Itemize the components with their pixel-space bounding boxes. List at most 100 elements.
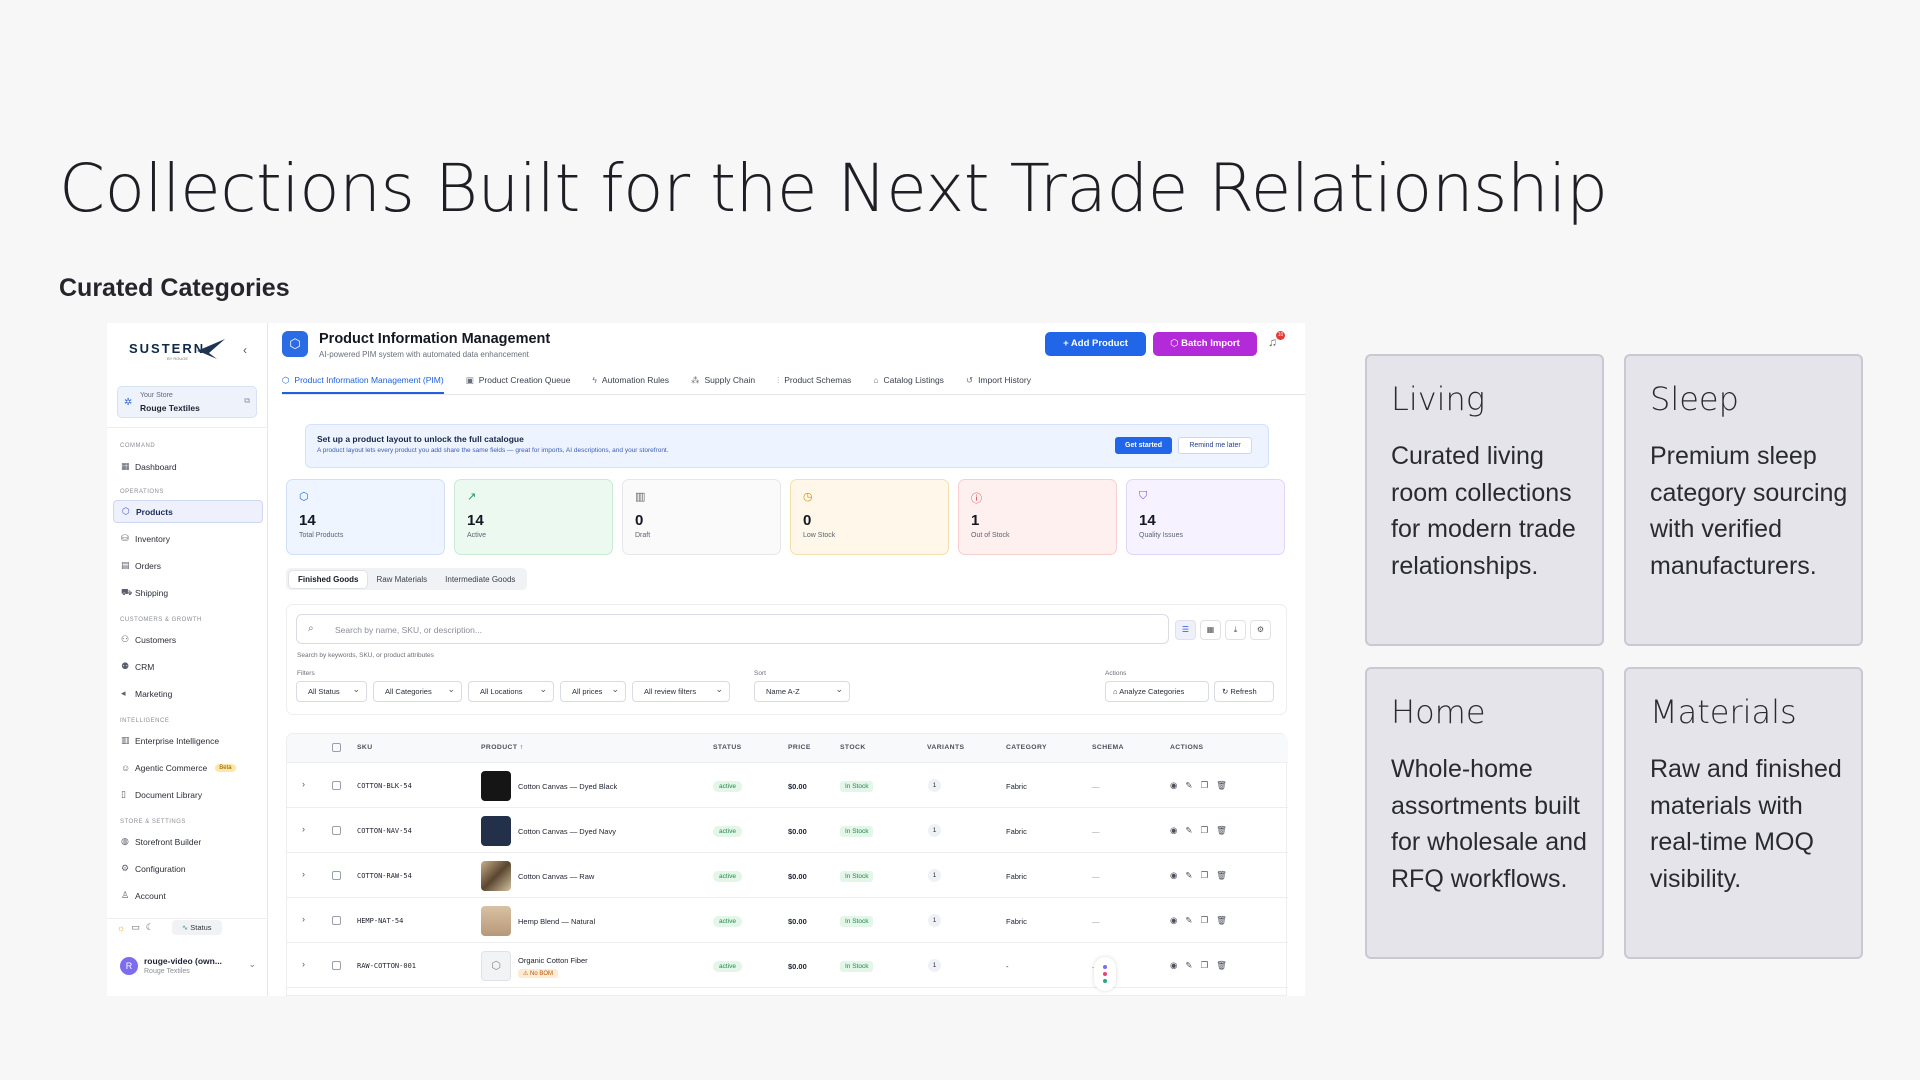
sidebar-item-dashboard[interactable]: ▦ Dashboard <box>113 455 263 478</box>
external-link-icon[interactable]: ⧉ <box>244 396 250 406</box>
eye-icon[interactable]: ◉ <box>1170 915 1185 925</box>
segment-raw-materials[interactable]: Raw Materials <box>367 571 436 588</box>
analyze-categories-button[interactable]: ⌂ Analyze Categories <box>1105 681 1209 702</box>
copy-icon[interactable]: ❐ <box>1201 825 1217 835</box>
status-select[interactable]: All Status <box>296 681 367 702</box>
tab-pim[interactable]: ⬡ Product Information Management (PIM) <box>282 365 444 394</box>
trash-icon[interactable]: 🗑 <box>1216 780 1235 790</box>
copy-icon[interactable]: ❐ <box>1201 780 1217 790</box>
category-tile-living[interactable]: Living Curated living room collections f… <box>1365 354 1604 646</box>
status-button[interactable]: ∿ Status <box>171 920 222 935</box>
grid-view-icon[interactable]: ▦ <box>1200 620 1221 640</box>
logo[interactable]: SUSTERN BY ROUGE <box>129 341 205 361</box>
sidebar-item-configuration[interactable]: ⚙ Configuration <box>113 857 263 880</box>
copy-icon[interactable]: ❐ <box>1201 915 1217 925</box>
col-category[interactable]: CATEGORY <box>1006 744 1047 751</box>
list-view-icon[interactable]: ☰ <box>1175 620 1196 640</box>
product-name[interactable]: Organic Cotton Fiber <box>518 956 588 965</box>
sidebar-item-shipping[interactable]: ⛟ Shipping <box>113 581 263 604</box>
location-select[interactable]: All Locations <box>468 681 554 702</box>
batch-import-button[interactable]: ⬡ Batch Import <box>1153 332 1257 356</box>
edit-icon[interactable]: ✎ <box>1185 870 1200 880</box>
trash-icon[interactable]: 🗑 <box>1216 960 1235 970</box>
tab-product-schemas[interactable]: ⫶ Product Schemas <box>777 365 851 394</box>
edit-icon[interactable]: ✎ <box>1185 780 1200 790</box>
eye-icon[interactable]: ◉ <box>1170 825 1185 835</box>
copy-icon[interactable]: ❐ <box>1201 870 1217 880</box>
trash-icon[interactable]: 🗑 <box>1216 825 1235 835</box>
table-row[interactable]: › COTTON-NAV-54 Cotton Canvas — Dyed Nav… <box>287 808 1288 853</box>
trash-icon[interactable]: 🗑 <box>1216 915 1235 925</box>
product-name[interactable]: Cotton Canvas — Dyed Navy <box>518 827 616 836</box>
edit-icon[interactable]: ✎ <box>1185 825 1200 835</box>
expand-icon[interactable]: › <box>302 779 305 789</box>
tab-automation-rules[interactable]: ϟ Automation Rules <box>592 365 669 394</box>
sidebar-item-enterprise-intelligence[interactable]: ▥ Enterprise Intelligence <box>113 729 263 752</box>
sidebar-item-storefront-builder[interactable]: ◍ Storefront Builder <box>113 830 263 853</box>
stat-card-draft[interactable]: ▥ 0 Draft <box>622 479 781 555</box>
product-name[interactable]: Cotton Canvas — Dyed Black <box>518 782 617 791</box>
table-row[interactable]: › RAW-COTTON-001 ⬡ Organic Cotton Fiber … <box>287 943 1288 988</box>
remind-later-button[interactable]: Remind me later <box>1178 437 1252 454</box>
stat-card-out-of-stock[interactable]: ⓘ 1 Out of Stock <box>958 479 1117 555</box>
sidebar-item-products[interactable]: ⬡ Products <box>113 500 263 523</box>
sort-select[interactable]: Name A-Z <box>754 681 850 702</box>
floating-assistant-button[interactable] <box>1094 957 1116 991</box>
col-variants[interactable]: VARIANTS <box>927 744 964 751</box>
settings-icon[interactable]: ⚙ <box>1250 620 1271 640</box>
expand-icon[interactable]: › <box>302 824 305 834</box>
monitor-icon[interactable]: ▭ <box>131 922 140 933</box>
eye-icon[interactable]: ◉ <box>1170 960 1185 970</box>
sidebar-item-marketing[interactable]: ◂ Marketing <box>113 682 263 705</box>
category-select[interactable]: All Categories <box>373 681 462 702</box>
sidebar-item-document-library[interactable]: ▯ Document Library <box>113 783 263 806</box>
select-all-checkbox[interactable] <box>332 743 341 752</box>
sidebar-item-account[interactable]: ♙ Account <box>113 884 263 907</box>
download-icon[interactable]: ⤓ <box>1225 620 1246 640</box>
add-product-button[interactable]: + Add Product <box>1045 332 1146 356</box>
row-checkbox[interactable] <box>332 961 341 970</box>
tab-supply-chain[interactable]: ⁂ Supply Chain <box>691 365 755 394</box>
sun-icon[interactable]: ☼ <box>117 923 125 933</box>
col-sku[interactable]: SKU <box>357 744 373 751</box>
edit-icon[interactable]: ✎ <box>1185 915 1200 925</box>
row-checkbox[interactable] <box>332 871 341 880</box>
col-status[interactable]: STATUS <box>713 744 742 751</box>
segment-intermediate-goods[interactable]: Intermediate Goods <box>436 571 524 588</box>
refresh-button[interactable]: ↻ Refresh <box>1214 681 1274 702</box>
eye-icon[interactable]: ◉ <box>1170 870 1185 880</box>
col-price[interactable]: PRICE <box>788 744 811 751</box>
segment-finished-goods[interactable]: Finished Goods <box>289 570 368 588</box>
col-product[interactable]: PRODUCT ↑ <box>481 744 524 751</box>
sidebar-item-crm[interactable]: ⚉ CRM <box>113 655 263 678</box>
price-select[interactable]: All prices <box>560 681 626 702</box>
expand-icon[interactable]: › <box>302 914 305 924</box>
category-tile-materials[interactable]: Materials Raw and finished materials wit… <box>1624 667 1863 959</box>
stat-card-quality-issues[interactable]: ⛉ 14 Quality Issues <box>1126 479 1285 555</box>
table-row[interactable]: › HEMP-NAT-54 Hemp Blend — Natural activ… <box>287 898 1288 943</box>
copy-icon[interactable]: ❐ <box>1201 960 1217 970</box>
tab-product-creation-queue[interactable]: ▣ Product Creation Queue <box>466 365 571 394</box>
moon-icon[interactable]: ☾ <box>146 922 154 933</box>
stat-card-active[interactable]: ↗ 14 Active <box>454 479 613 555</box>
sidebar-item-customers[interactable]: ⚇ Customers <box>113 628 263 651</box>
store-switcher[interactable]: ✲ Your Store Rouge Textiles ⧉ <box>117 386 257 418</box>
category-tile-home[interactable]: Home Whole-home assortments built for wh… <box>1365 667 1604 959</box>
table-row[interactable]: › COTTON-RAW-54 Cotton Canvas — Raw acti… <box>287 853 1288 898</box>
sidebar-item-inventory[interactable]: ⛁ Inventory <box>113 527 263 550</box>
eye-icon[interactable]: ◉ <box>1170 780 1185 790</box>
product-name[interactable]: Cotton Canvas — Raw <box>518 872 594 881</box>
search-input[interactable]: ⌕ Search by name, SKU, or description... <box>296 614 1169 644</box>
review-select[interactable]: All review filters <box>632 681 730 702</box>
category-tile-sleep[interactable]: Sleep Premium sleep category sourcing wi… <box>1624 354 1863 646</box>
stat-card-total[interactable]: ⬡ 14 Total Products <box>286 479 445 555</box>
col-schema[interactable]: SCHEMA <box>1092 744 1124 751</box>
product-name[interactable]: Hemp Blend — Natural <box>518 917 595 926</box>
expand-icon[interactable]: › <box>302 869 305 879</box>
sidebar-item-agentic-commerce[interactable]: ☺ Agentic Commerce Beta <box>113 756 263 779</box>
col-stock[interactable]: STOCK <box>840 744 866 751</box>
trash-icon[interactable]: 🗑 <box>1216 870 1235 880</box>
tab-catalog-listings[interactable]: ⌂ Catalog Listings <box>873 365 944 394</box>
edit-icon[interactable]: ✎ <box>1185 960 1200 970</box>
expand-icon[interactable]: › <box>302 959 305 969</box>
